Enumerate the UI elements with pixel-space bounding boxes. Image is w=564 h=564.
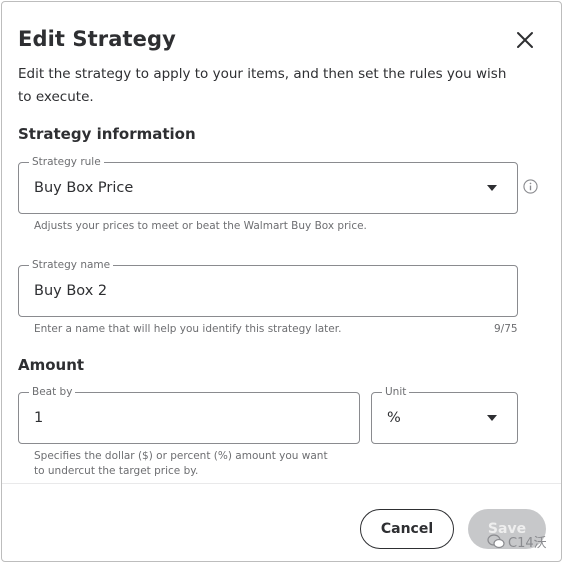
- beat-by-value: 1: [34, 410, 44, 426]
- dialog-title: Edit Strategy: [18, 27, 176, 51]
- strategy-rule-value: Buy Box Price: [34, 180, 134, 196]
- wechat-icon: [487, 534, 505, 549]
- chevron-down-icon: [487, 415, 497, 421]
- beat-by-field[interactable]: Beat by 1: [18, 385, 360, 444]
- cancel-button[interactable]: Cancel: [360, 509, 454, 549]
- unit-value: %: [387, 410, 401, 426]
- strategy-name-counter: 9/75: [494, 323, 518, 335]
- close-button[interactable]: [512, 27, 538, 53]
- strategy-name-field[interactable]: Strategy name Buy Box 2: [18, 258, 518, 317]
- unit-select[interactable]: Unit %: [371, 385, 518, 444]
- watermark-text: C14沃: [508, 536, 547, 551]
- close-icon: [517, 32, 533, 48]
- strategy-rule-helper: Adjusts your prices to meet or beat the …: [34, 220, 367, 232]
- unit-legend: Unit: [382, 385, 410, 399]
- edit-strategy-dialog: Edit Strategy Edit the strategy to apply…: [1, 1, 562, 562]
- strategy-name-value: Buy Box 2: [34, 283, 108, 299]
- strategy-rule-select[interactable]: Strategy rule Buy Box Price: [18, 155, 518, 214]
- strategy-information-heading: Strategy information: [18, 125, 196, 143]
- strategy-rule-legend: Strategy rule: [29, 155, 104, 169]
- amount-heading: Amount: [18, 356, 85, 374]
- beat-by-legend: Beat by: [29, 385, 76, 399]
- watermark: C14沃: [487, 532, 547, 551]
- info-icon[interactable]: [523, 179, 538, 194]
- footer-divider: [2, 483, 561, 484]
- strategy-name-helper: Enter a name that will help you identify…: [34, 323, 342, 335]
- chevron-down-icon: [487, 185, 497, 191]
- dialog-description: Edit the strategy to apply to your items…: [18, 66, 507, 105]
- amount-helper: Specifies the dollar ($) or percent (%) …: [34, 450, 328, 477]
- strategy-name-legend: Strategy name: [29, 258, 114, 272]
